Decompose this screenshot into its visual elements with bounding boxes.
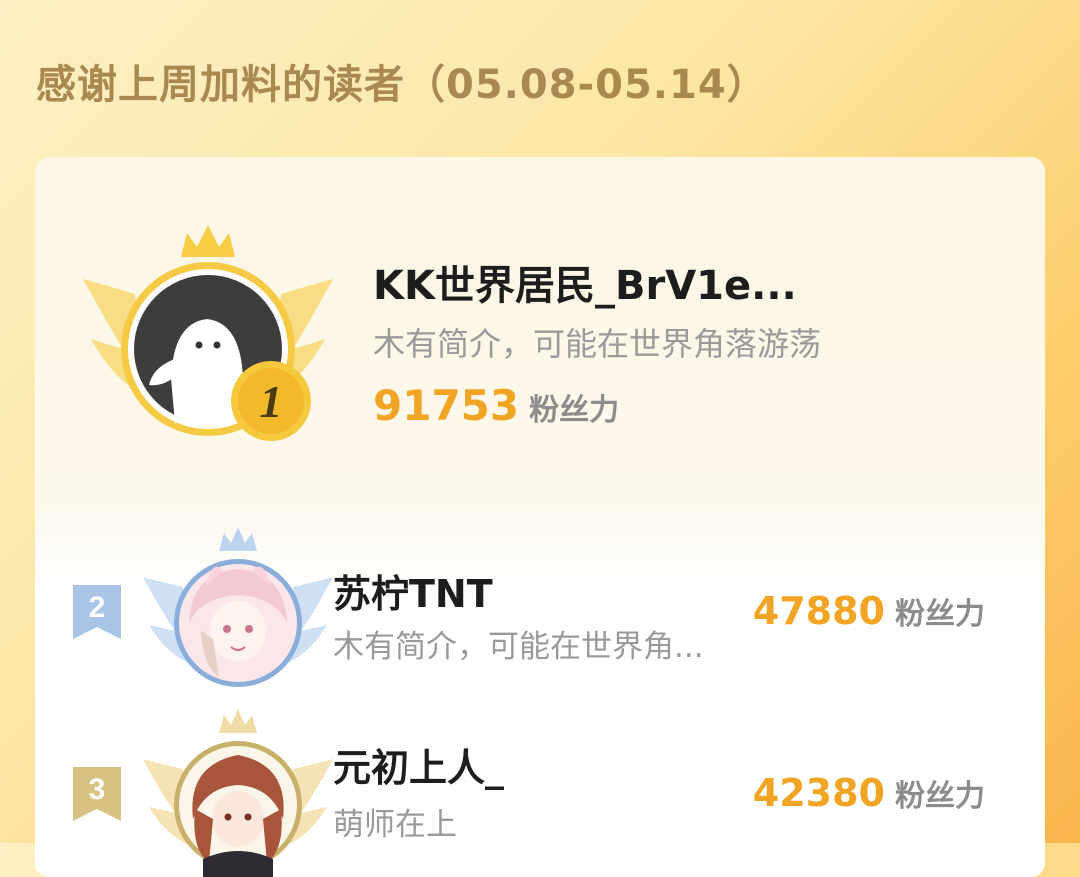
fan-power: 47880 粉丝力 <box>753 589 985 633</box>
leaderboard-card: 1 KK世界居民_BrV1e... 木有简介，可能在世界角落游荡 91753 粉丝… <box>35 157 1045 877</box>
fan-power-value: 91753 <box>373 381 520 430</box>
svg-text:2: 2 <box>89 591 106 624</box>
gold-wings-avatar-frame: 1 <box>83 225 333 441</box>
list-item[interactable]: 3 元初上人_ 萌师在上 42380 粉丝力 <box>35 709 1045 877</box>
rank-number: 1 <box>260 376 283 427</box>
fan-power-unit: 粉丝力 <box>895 597 985 632</box>
reader-name[interactable]: 苏柠TNT <box>333 563 493 618</box>
reader-intro: 木有简介，可能在世界角落游荡 <box>373 325 822 363</box>
rank-ribbon-icon: 3 <box>73 767 121 821</box>
reader-name[interactable]: 元初上人_ <box>333 737 504 792</box>
list-item[interactable]: 2 苏柠TNT 木有简介，可能在世界角... 47880 粉丝力 <box>35 527 1045 687</box>
reader-intro: 萌师在上 <box>333 807 457 843</box>
fan-power: 42380 粉丝力 <box>753 771 985 815</box>
avatar[interactable] <box>143 527 333 697</box>
fan-power-value: 42380 <box>752 771 885 815</box>
page-title: 感谢上周加料的读者（05.08-05.14） <box>36 62 768 108</box>
avatar[interactable] <box>143 709 333 877</box>
fan-power-unit: 粉丝力 <box>529 393 620 428</box>
fan-power-value: 47880 <box>752 589 885 633</box>
avatar[interactable]: 1 <box>83 219 333 449</box>
svg-text:3: 3 <box>89 773 106 806</box>
fan-power-unit: 粉丝力 <box>895 779 985 814</box>
reader-name[interactable]: KK世界居民_BrV1e... <box>373 253 797 311</box>
fan-power: 91753 粉丝力 <box>373 381 619 430</box>
reader-intro: 木有简介，可能在世界角... <box>333 629 704 665</box>
rank-ribbon-icon: 2 <box>73 585 121 639</box>
